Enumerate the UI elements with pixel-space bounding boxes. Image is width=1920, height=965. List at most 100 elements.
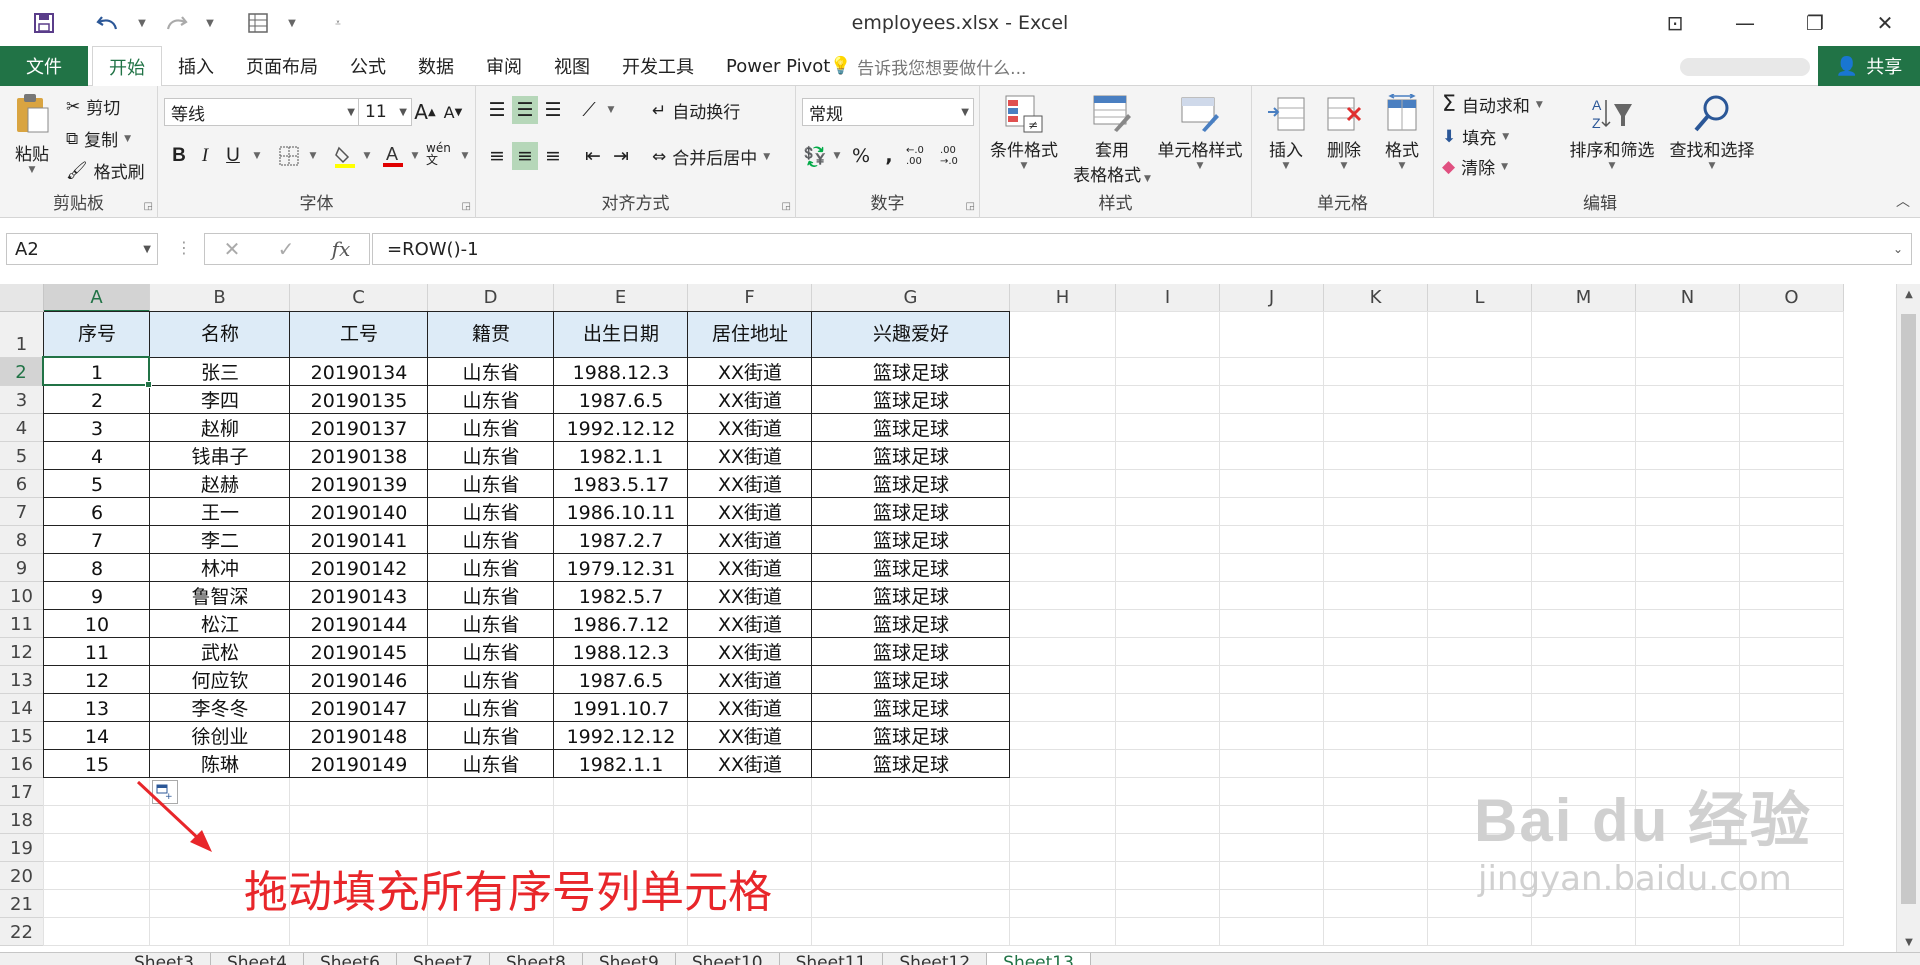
table-cell[interactable]: 20190144 bbox=[290, 610, 428, 638]
paste-button[interactable]: 粘贴 ▼ bbox=[10, 92, 54, 175]
tab-developer[interactable]: 开发工具 bbox=[606, 46, 710, 86]
row-header-9[interactable]: 9 bbox=[0, 554, 44, 582]
scroll-up-icon[interactable]: ▲ bbox=[1897, 284, 1920, 304]
table-cell[interactable]: 山东省 bbox=[428, 442, 554, 470]
table-header-cell[interactable]: 工号 bbox=[290, 312, 428, 358]
table-cell[interactable]: 20190139 bbox=[290, 470, 428, 498]
table-cell[interactable]: 篮球足球 bbox=[812, 666, 1010, 694]
table-cell[interactable]: 徐创业 bbox=[150, 722, 290, 750]
table-cell[interactable]: XX街道 bbox=[688, 610, 812, 638]
table-header-cell[interactable]: 序号 bbox=[44, 312, 150, 358]
table-cell[interactable]: 20190147 bbox=[290, 694, 428, 722]
column-header-m[interactable]: M bbox=[1532, 284, 1636, 312]
minimize-button[interactable]: — bbox=[1710, 0, 1780, 46]
orientation-dropdown-icon[interactable]: ▼ bbox=[598, 96, 624, 124]
align-middle-icon[interactable]: ☰ bbox=[512, 96, 538, 124]
serial-number-cell[interactable]: 6 bbox=[44, 498, 150, 526]
serial-number-cell[interactable]: 12 bbox=[44, 666, 150, 694]
table-cell[interactable]: 1982.5.7 bbox=[554, 582, 688, 610]
insert-function-icon[interactable]: fx bbox=[332, 237, 351, 261]
table-cell[interactable]: 篮球足球 bbox=[812, 722, 1010, 750]
row-header-17[interactable]: 17 bbox=[0, 778, 44, 806]
table-cell[interactable]: 篮球足球 bbox=[812, 638, 1010, 666]
sheet-tab-sheet7[interactable]: Sheet7 bbox=[397, 953, 490, 965]
table-cell[interactable]: 钱串子 bbox=[150, 442, 290, 470]
delete-cells-button[interactable]: 删除 ▼ bbox=[1316, 92, 1372, 171]
table-cell[interactable]: 1986.7.12 bbox=[554, 610, 688, 638]
table-cell[interactable]: 山东省 bbox=[428, 358, 554, 386]
serial-number-cell[interactable]: 7 bbox=[44, 526, 150, 554]
phonetic-dropdown-icon[interactable]: ▼ bbox=[452, 142, 478, 170]
table-cell[interactable]: 1992.12.12 bbox=[554, 722, 688, 750]
decrease-indent-icon[interactable]: ⇤ bbox=[580, 142, 606, 170]
table-cell[interactable]: XX街道 bbox=[688, 694, 812, 722]
serial-number-cell[interactable]: 3 bbox=[44, 414, 150, 442]
table-cell[interactable]: 1988.12.3 bbox=[554, 358, 688, 386]
row-header-7[interactable]: 7 bbox=[0, 498, 44, 526]
table-cell[interactable]: 赵柳 bbox=[150, 414, 290, 442]
sheet-tab-sheet11[interactable]: Sheet11 bbox=[780, 953, 884, 965]
column-header-a[interactable]: A bbox=[44, 284, 150, 312]
table-cell[interactable]: XX街道 bbox=[688, 386, 812, 414]
table-cell[interactable]: 篮球足球 bbox=[812, 582, 1010, 610]
italic-button[interactable]: I bbox=[192, 142, 218, 170]
fill-color-dropdown-icon[interactable]: ▼ bbox=[354, 142, 380, 170]
table-cell[interactable]: 山东省 bbox=[428, 750, 554, 778]
table-cell[interactable]: 山东省 bbox=[428, 414, 554, 442]
table-cell[interactable]: 20190138 bbox=[290, 442, 428, 470]
borders-icon[interactable] bbox=[276, 142, 302, 170]
serial-number-cell[interactable]: 11 bbox=[44, 638, 150, 666]
merge-center-button[interactable]: ⇔ 合并后居中 ▼ bbox=[652, 144, 770, 170]
column-header-l[interactable]: L bbox=[1428, 284, 1532, 312]
formula-bar-splitter-icon[interactable]: ⋮ bbox=[176, 238, 192, 257]
conditional-formatting-button[interactable]: ≠ 条件格式 ▼ bbox=[986, 92, 1062, 171]
confirm-entry-icon[interactable]: ✓ bbox=[278, 237, 295, 261]
align-top-icon[interactable]: ☰ bbox=[484, 96, 510, 124]
table-cell[interactable]: 20190148 bbox=[290, 722, 428, 750]
row-header-6[interactable]: 6 bbox=[0, 470, 44, 498]
table-cell[interactable]: 篮球足球 bbox=[812, 358, 1010, 386]
column-header-d[interactable]: D bbox=[428, 284, 554, 312]
serial-number-cell[interactable]: 8 bbox=[44, 554, 150, 582]
row-header-5[interactable]: 5 bbox=[0, 442, 44, 470]
borders-dropdown-icon[interactable]: ▼ bbox=[300, 142, 326, 170]
align-left-icon[interactable]: ≡ bbox=[484, 142, 510, 170]
increase-indent-icon[interactable]: ⇥ bbox=[608, 142, 634, 170]
table-cell[interactable]: XX街道 bbox=[688, 442, 812, 470]
worksheet-grid[interactable]: A B C D E F G H I J K L M N O 1 2 3 4 5 6 7 8 9 10 11 12 13 14 15 16 17… bbox=[0, 284, 1896, 952]
underline-button[interactable]: U bbox=[220, 142, 246, 170]
table-cell[interactable]: 1987.6.5 bbox=[554, 666, 688, 694]
table-cell[interactable]: 20190135 bbox=[290, 386, 428, 414]
serial-number-cell[interactable]: 2 bbox=[44, 386, 150, 414]
tab-formulas[interactable]: 公式 bbox=[334, 46, 402, 86]
format-as-table-button[interactable]: 套用 表格格式 ▼ bbox=[1062, 92, 1162, 186]
table-cell[interactable]: 林冲 bbox=[150, 554, 290, 582]
cancel-entry-icon[interactable]: ✕ bbox=[224, 237, 241, 261]
table-cell[interactable]: XX街道 bbox=[688, 358, 812, 386]
comma-style-button[interactable]: , bbox=[876, 142, 902, 170]
table-cell[interactable]: 1983.5.17 bbox=[554, 470, 688, 498]
table-cell[interactable]: 1982.1.1 bbox=[554, 750, 688, 778]
table-header-cell[interactable]: 兴趣爱好 bbox=[812, 312, 1010, 358]
table-cell[interactable]: 武松 bbox=[150, 638, 290, 666]
align-bottom-icon[interactable]: ☰ bbox=[540, 96, 566, 124]
table-cell[interactable]: 山东省 bbox=[428, 526, 554, 554]
table-cell[interactable]: XX街道 bbox=[688, 582, 812, 610]
wrap-text-button[interactable]: ↵ 自动换行 bbox=[652, 98, 740, 124]
phonetic-guide-button[interactable]: wén 文 bbox=[426, 140, 452, 168]
row-header-3[interactable]: 3 bbox=[0, 386, 44, 414]
align-right-icon[interactable]: ≡ bbox=[540, 142, 566, 170]
undo-icon[interactable] bbox=[88, 8, 128, 38]
grow-font-button[interactable]: A ▲ bbox=[412, 98, 438, 126]
table-cell[interactable]: 篮球足球 bbox=[812, 750, 1010, 778]
column-header-g[interactable]: G bbox=[812, 284, 1010, 312]
column-header-o[interactable]: O bbox=[1740, 284, 1844, 312]
table-cell[interactable]: XX街道 bbox=[688, 638, 812, 666]
scroll-thumb[interactable] bbox=[1901, 314, 1916, 904]
sheet-tab-sheet3[interactable]: Sheet3 bbox=[118, 953, 211, 965]
table-cell[interactable]: 20190145 bbox=[290, 638, 428, 666]
increase-decimal-button[interactable]: ←.0 .00 bbox=[906, 142, 938, 170]
row-header-4[interactable]: 4 bbox=[0, 414, 44, 442]
serial-number-cell[interactable]: 4 bbox=[44, 442, 150, 470]
serial-number-cell[interactable]: 15 bbox=[44, 750, 150, 778]
